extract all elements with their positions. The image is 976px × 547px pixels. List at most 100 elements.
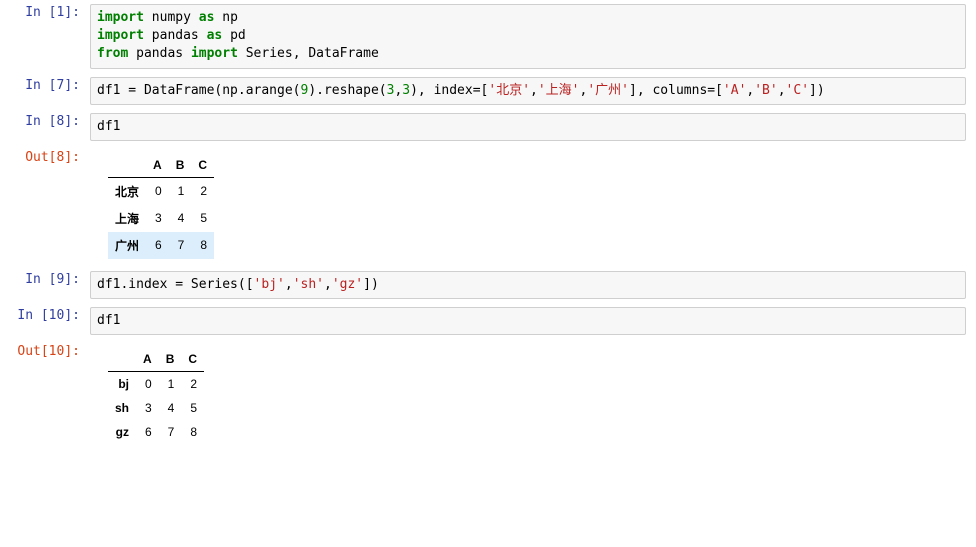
code-text: ).reshape( — [308, 83, 386, 98]
code-text: df1 — [97, 313, 120, 328]
table-row: 北京 0 1 2 — [108, 177, 214, 205]
table-cell: 7 — [169, 232, 192, 259]
string-literal: 'bj' — [254, 277, 285, 292]
cell-content: df1 = DataFrame(np.arange(9).reshape(3,3… — [90, 77, 976, 105]
code-cell-9: In [9]: df1.index = Series(['bj','sh','g… — [0, 271, 976, 299]
table-cell: 2 — [191, 177, 214, 205]
dataframe-table: A B C 北京 0 1 2 上海 3 4 5 — [108, 153, 214, 259]
output-cell-10: Out[10]: A B C bj 0 1 2 sh — [0, 343, 976, 448]
code-text: pandas — [128, 46, 191, 61]
table-cell: 1 — [169, 177, 192, 205]
code-text: ]) — [809, 83, 825, 98]
table-cell: 0 — [146, 177, 169, 205]
cell-content: df1 — [90, 113, 976, 141]
code-cell-7: In [7]: df1 = DataFrame(np.arange(9).res… — [0, 77, 976, 105]
string-literal: '广州' — [587, 83, 629, 98]
row-index: 广州 — [108, 232, 146, 259]
table-header-cell: B — [169, 153, 192, 178]
table-row: 上海 3 4 5 — [108, 205, 214, 232]
code-text: pandas — [144, 28, 207, 43]
keyword: as — [207, 28, 223, 43]
input-prompt: In [10]: — [0, 307, 90, 335]
code-text: , — [285, 277, 293, 292]
code-text: pd — [222, 28, 245, 43]
table-cell: 4 — [159, 396, 182, 420]
table-header-cell — [108, 153, 146, 178]
output-cell-8: Out[8]: A B C 北京 0 1 2 上海 — [0, 149, 976, 263]
code-input[interactable]: df1 — [90, 113, 966, 141]
table-cell: 5 — [191, 205, 214, 232]
code-text: , — [778, 83, 786, 98]
code-text: Series, DataFrame — [238, 46, 379, 61]
table-cell: 6 — [146, 232, 169, 259]
input-prompt: In [9]: — [0, 271, 90, 299]
row-index: gz — [108, 420, 136, 444]
dataframe-table: A B C bj 0 1 2 sh 3 4 5 — [108, 347, 204, 444]
output-prompt: Out[8]: — [0, 149, 90, 263]
keyword: import — [97, 10, 144, 25]
table-cell: 3 — [146, 205, 169, 232]
table-header-cell: A — [136, 347, 159, 372]
table-header-cell: C — [181, 347, 204, 372]
code-text: , — [324, 277, 332, 292]
code-text: numpy — [144, 10, 199, 25]
table-cell: 4 — [169, 205, 192, 232]
code-input[interactable]: import numpy as np import pandas as pd f… — [90, 4, 966, 69]
input-prompt: In [7]: — [0, 77, 90, 105]
string-literal: '上海' — [538, 83, 580, 98]
table-cell: 3 — [136, 396, 159, 420]
number-literal: 3 — [402, 83, 410, 98]
table-row: sh 3 4 5 — [108, 396, 204, 420]
table-cell: 2 — [181, 372, 204, 397]
output-area: A B C bj 0 1 2 sh 3 4 5 — [90, 343, 976, 448]
code-cell-8: In [8]: df1 — [0, 113, 976, 141]
table-header-cell — [108, 347, 136, 372]
table-cell: 5 — [181, 396, 204, 420]
string-literal: 'gz' — [332, 277, 363, 292]
keyword: import — [191, 46, 238, 61]
keyword: as — [199, 10, 215, 25]
table-header-row: A B C — [108, 153, 214, 178]
table-row: 广州 6 7 8 — [108, 232, 214, 259]
cell-content: df1.index = Series(['bj','sh','gz']) — [90, 271, 976, 299]
row-index: bj — [108, 372, 136, 397]
code-text: ), index=[ — [410, 83, 488, 98]
string-literal: 'A' — [723, 83, 746, 98]
table-cell: 8 — [181, 420, 204, 444]
output-area: A B C 北京 0 1 2 上海 3 4 5 — [90, 149, 976, 263]
input-prompt: In [8]: — [0, 113, 90, 141]
row-index: 上海 — [108, 205, 146, 232]
table-header-cell: B — [159, 347, 182, 372]
table-cell: 8 — [191, 232, 214, 259]
table-header-cell: C — [191, 153, 214, 178]
cell-content: df1 — [90, 307, 976, 335]
row-index: 北京 — [108, 177, 146, 205]
keyword: from — [97, 46, 128, 61]
code-cell-10: In [10]: df1 — [0, 307, 976, 335]
table-row: gz 6 7 8 — [108, 420, 204, 444]
table-header-cell: A — [146, 153, 169, 178]
code-text: df1.index = Series([ — [97, 277, 254, 292]
table-row: bj 0 1 2 — [108, 372, 204, 397]
table-cell: 1 — [159, 372, 182, 397]
table-cell: 6 — [136, 420, 159, 444]
keyword: import — [97, 28, 144, 43]
code-text: df1 = DataFrame(np.arange( — [97, 83, 301, 98]
output-prompt: Out[10]: — [0, 343, 90, 448]
code-text: , — [530, 83, 538, 98]
input-prompt: In [1]: — [0, 4, 90, 69]
code-text: ], columns=[ — [629, 83, 723, 98]
table-header-row: A B C — [108, 347, 204, 372]
code-input[interactable]: df1 = DataFrame(np.arange(9).reshape(3,3… — [90, 77, 966, 105]
code-text: np — [214, 10, 237, 25]
row-index: sh — [108, 396, 136, 420]
string-literal: 'B' — [754, 83, 777, 98]
code-cell-1: In [1]: import numpy as np import pandas… — [0, 4, 976, 69]
code-text: ]) — [363, 277, 379, 292]
code-text: df1 — [97, 119, 120, 134]
table-cell: 0 — [136, 372, 159, 397]
table-cell: 7 — [159, 420, 182, 444]
code-input[interactable]: df1 — [90, 307, 966, 335]
code-input[interactable]: df1.index = Series(['bj','sh','gz']) — [90, 271, 966, 299]
string-literal: 'sh' — [293, 277, 324, 292]
